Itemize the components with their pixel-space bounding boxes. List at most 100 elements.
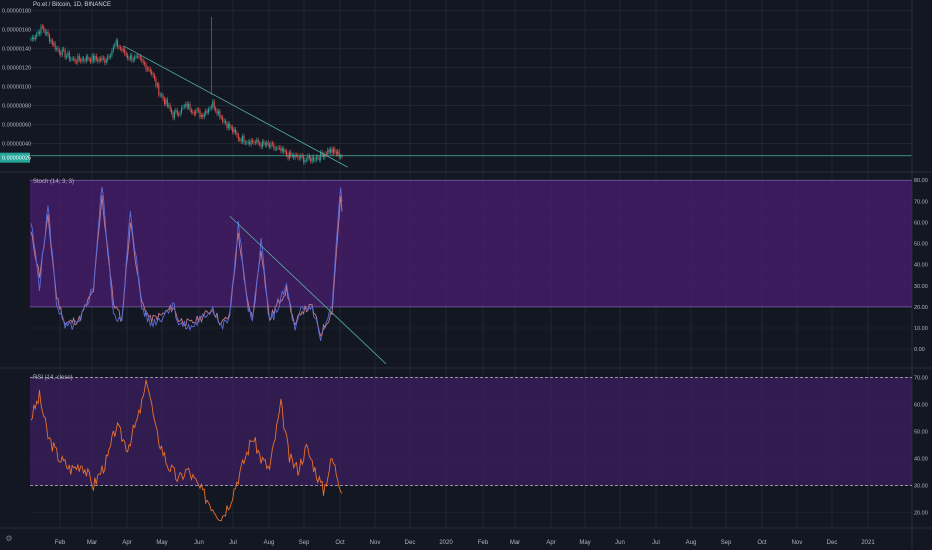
candle-body[interactable] [175, 110, 177, 112]
rsi-pane-title[interactable]: RSI (14, close) [33, 375, 73, 381]
candle-body[interactable] [156, 84, 158, 86]
candle-body[interactable] [237, 135, 239, 140]
candle-body[interactable] [188, 103, 190, 108]
candle-body[interactable] [148, 68, 150, 70]
candle-body[interactable] [281, 148, 283, 152]
candle-body[interactable] [98, 58, 100, 62]
candle-body[interactable] [47, 31, 49, 35]
candle-body[interactable] [64, 49, 66, 58]
candle-body[interactable] [269, 144, 271, 147]
candle-body[interactable] [314, 159, 316, 161]
candle-body[interactable] [135, 56, 137, 58]
candle-body[interactable] [290, 152, 292, 156]
candle-body[interactable] [134, 56, 136, 60]
candle-body[interactable] [274, 148, 276, 150]
candle-body[interactable] [137, 56, 138, 57]
candle-body[interactable] [111, 50, 113, 56]
candle-body[interactable] [34, 36, 36, 40]
candle-body[interactable] [171, 109, 173, 113]
candle-body[interactable] [80, 59, 82, 62]
candle-body[interactable] [88, 59, 90, 61]
candle-body[interactable] [203, 113, 205, 117]
candle-body[interactable] [142, 60, 144, 63]
candle-body[interactable] [192, 111, 194, 113]
candle-body[interactable] [176, 110, 178, 114]
candle-body[interactable] [104, 58, 106, 63]
candle-body[interactable] [334, 148, 336, 152]
candle-body[interactable] [209, 108, 211, 110]
candle-body[interactable] [247, 141, 249, 143]
candle-body[interactable] [73, 58, 75, 60]
candle-body[interactable] [139, 56, 141, 59]
candle-body[interactable] [178, 113, 180, 115]
candle-body[interactable] [315, 156, 317, 160]
candle-body[interactable] [172, 112, 174, 118]
candle-body[interactable] [117, 40, 119, 47]
candle-body[interactable] [303, 156, 305, 163]
candle-body[interactable] [110, 55, 112, 58]
candle-body[interactable] [318, 158, 320, 160]
candle-body[interactable] [127, 55, 129, 59]
candle-body[interactable] [229, 123, 231, 128]
candle-body[interactable] [131, 55, 133, 61]
candle-body[interactable] [206, 110, 208, 113]
candle-body[interactable] [60, 53, 62, 55]
candle-body[interactable] [87, 56, 89, 60]
candle-body[interactable] [210, 106, 212, 109]
candle-body[interactable] [44, 30, 46, 34]
candle-body[interactable] [195, 110, 197, 114]
candle-body[interactable] [236, 132, 238, 136]
candle-body[interactable] [165, 99, 167, 104]
candle-body[interactable] [232, 127, 234, 133]
candle-body[interactable] [287, 154, 289, 159]
candle-body[interactable] [75, 61, 77, 63]
candle-body[interactable] [259, 142, 261, 145]
candle-body[interactable] [151, 71, 153, 74]
candle-body[interactable] [36, 33, 38, 37]
candle-body[interactable] [41, 26, 43, 28]
candle-body[interactable] [43, 27, 45, 31]
candle-body[interactable] [234, 129, 236, 133]
candle-body[interactable] [215, 108, 217, 111]
candle-body[interactable] [159, 94, 161, 96]
candle-body[interactable] [183, 106, 185, 108]
candle-body[interactable] [307, 155, 309, 160]
candle-body[interactable] [240, 139, 242, 142]
candle-body[interactable] [325, 153, 327, 155]
candle-body[interactable] [54, 43, 56, 50]
candle-body[interactable] [168, 105, 170, 106]
candle-body[interactable] [154, 75, 156, 79]
candle-body[interactable] [239, 139, 241, 141]
candle-body[interactable] [257, 139, 259, 143]
candle-body[interactable] [145, 64, 147, 70]
candle-body[interactable] [141, 58, 143, 61]
candle-body[interactable] [152, 73, 154, 76]
candle-body[interactable] [115, 40, 117, 45]
candle-body[interactable] [267, 142, 269, 145]
candle-body[interactable] [66, 55, 67, 58]
candle-body[interactable] [279, 147, 280, 149]
candle-body[interactable] [202, 115, 204, 117]
candle-body[interactable] [68, 52, 70, 60]
candle-body[interactable] [249, 141, 251, 145]
candle-body[interactable] [146, 68, 148, 70]
candle-body[interactable] [286, 151, 288, 155]
candle-body[interactable] [97, 59, 99, 62]
candle-body[interactable] [222, 117, 224, 122]
chart-canvas[interactable]: Feb Mar Apr May Jun Jul Aug Sep Oct Nov Dec 2020 Feb… [0, 0, 932, 550]
candle-body[interactable] [37, 32, 39, 34]
candle-body[interactable] [114, 44, 116, 47]
candle-body[interactable] [260, 144, 262, 147]
candle-body[interactable] [230, 127, 232, 129]
candle-body[interactable] [254, 142, 256, 143]
candle-body[interactable] [253, 142, 255, 143]
candle-body[interactable] [220, 117, 222, 118]
candle-body[interactable] [335, 151, 337, 155]
candle-body[interactable] [280, 147, 282, 152]
candle-body[interactable] [198, 109, 200, 111]
stoch-pane-title[interactable]: Stoch (14, 3, 3) [33, 179, 74, 185]
candle-body[interactable] [200, 115, 202, 117]
candle-body[interactable] [149, 69, 151, 72]
candle-body[interactable] [233, 129, 235, 133]
candle-body[interactable] [190, 109, 192, 112]
